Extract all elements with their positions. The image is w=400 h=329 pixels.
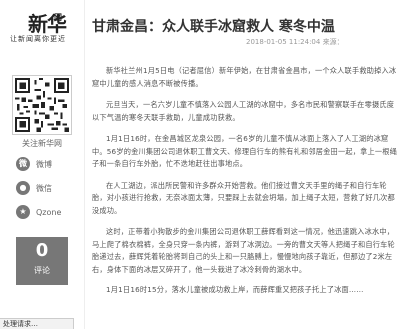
comment-label: 评论 [34,266,50,275]
qzone-icon: ★ [16,205,30,219]
wechat-icon: ● [16,181,30,195]
article-paragraph: 1月1日16时15分，落水儿童被成功救上岸，而薛辉重又把孩子托上了冰面…… [106,285,364,294]
status-bar: 处理请求… [0,318,74,329]
article-body: 新华社兰州1月5日电（记者屈信）新年伊始，在甘肃省金昌市，一个众人联手救助掉入冰… [92,65,400,306]
article-paragraph: 在人工湖边，派出所民警和许多群众开始营救。他们接过曹文天手里的绳子和自行车轮胎，… [92,180,395,215]
article-title: 甘肃金昌：众人联手冰窟救人 寒冬中温 [92,19,335,35]
article-meta: 2018-01-05 11:24:04 来源： [246,38,344,46]
follow-label: 关注新华网 [22,139,62,148]
share-weibo-label: 微博 [36,159,52,169]
share-weibo-button[interactable]: 微 微博 [16,156,52,172]
logo-mark: 新华 网 [28,8,67,37]
sidebar: 新华 网 让新闻离你更近 关注新华网 微 微博 ● 微信 ★ Qzone 0 评… [0,0,84,329]
article-paragraph: 1月1日16时，在金昌城区龙泉公园，一名6岁的儿童不慎从冰面上落入了人工湖的冰窟… [92,134,398,168]
comment-count: 0 [35,240,49,261]
share-qzone-button[interactable]: ★ Qzone [16,204,61,220]
weibo-icon: 微 [16,157,30,171]
page: 新华 网 让新闻离你更近 关注新华网 微 微博 ● 微信 ★ Qzone 0 评… [0,0,400,329]
comment-button[interactable]: 0 评论 [16,237,68,285]
article-paragraph: 这时，正带着小狗散步的金川集团公司退休职工薛辉看到这一情况，他迅速跳入冰水中，马… [92,227,395,274]
article-main: 甘肃金昌：众人联手冰窟救人 寒冬中温 2018-01-05 11:24:04 来… [92,0,400,329]
share-wechat-button[interactable]: ● 微信 [16,180,52,196]
logo-small-text: 网 [54,12,62,22]
logo-slogan: 让新闻离你更近 [10,35,66,43]
qr-code [12,75,72,135]
article-paragraph: 元旦当天，一名六岁儿童不慎落入公园人工湖的冰窟中，多名市民和警察联手在零摄氏度以… [92,100,395,122]
share-wechat-label: 微信 [36,183,52,193]
logo[interactable]: 新华 网 让新闻离你更近 [10,8,74,43]
sidebar-divider [84,0,85,329]
article-paragraph: 新华社兰州1月5日电（记者屈信）新年伊始，在甘肃省金昌市，一个众人联手救助掉入冰… [92,66,397,88]
share-qzone-label: Qzone [36,207,62,217]
